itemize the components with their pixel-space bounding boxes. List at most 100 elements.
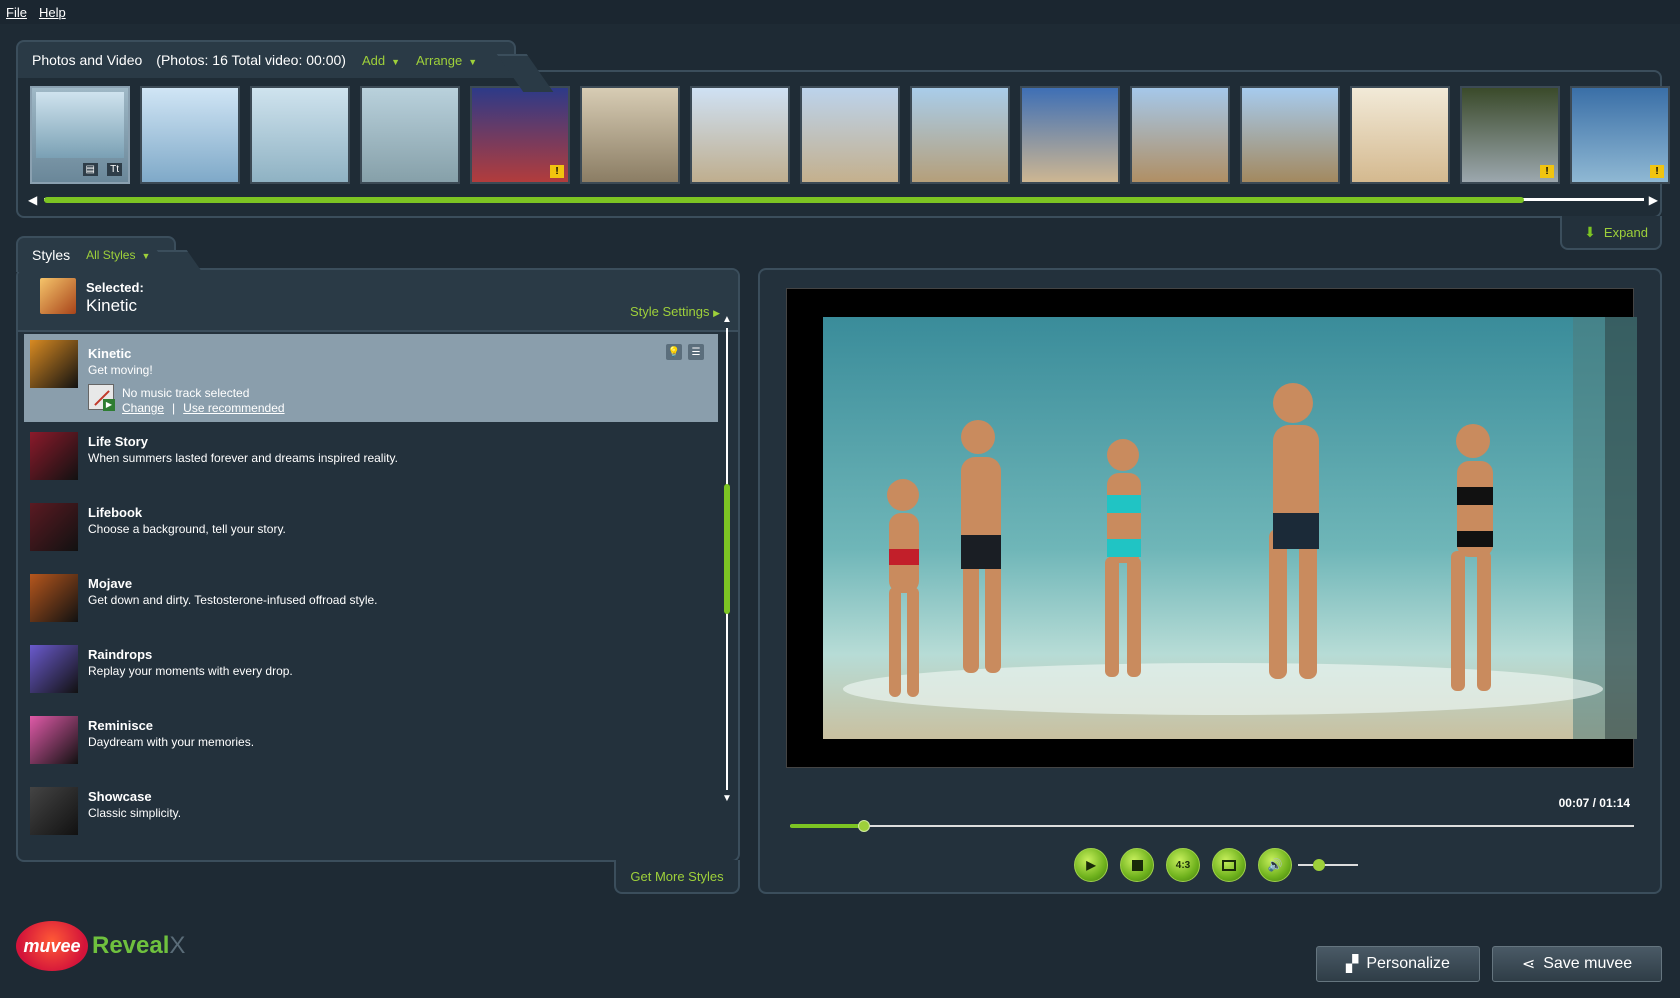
- menu-bar: File Help: [0, 0, 1680, 24]
- music-links: Change | Use recommended: [122, 401, 285, 415]
- play-icon: ▶: [103, 399, 115, 411]
- photo-thumbnail[interactable]: [140, 86, 240, 184]
- photo-thumbnail[interactable]: [1240, 86, 1340, 184]
- logo-suffix: X: [169, 932, 186, 959]
- stop-icon: [1131, 859, 1143, 871]
- muvee-logo-mark: muvee: [16, 921, 88, 971]
- style-filter-dropdown[interactable]: All Styles ▼: [86, 248, 150, 262]
- selected-style-name: Kinetic: [86, 296, 138, 315]
- photo-thumbnail[interactable]: ▤ Tt: [30, 86, 130, 184]
- text-overlay-icon[interactable]: Tt: [107, 163, 122, 176]
- add-menu[interactable]: Add ▼: [362, 53, 400, 68]
- style-name: Showcase: [88, 789, 152, 804]
- get-more-styles-link[interactable]: Get More Styles: [614, 860, 740, 894]
- video-frame[interactable]: [786, 288, 1637, 768]
- style-name: Lifebook: [88, 505, 143, 520]
- scroll-down-icon[interactable]: ▼: [722, 793, 732, 804]
- settings-sliders-icon[interactable]: ☰: [688, 344, 704, 360]
- music-status: No music track selected: [122, 386, 250, 400]
- style-name: Reminisce: [88, 718, 154, 733]
- caret-down-icon: ▼: [391, 56, 400, 67]
- menu-help[interactable]: Help: [39, 5, 66, 20]
- warning-icon: !: [1540, 165, 1554, 178]
- style-list: Kinetic Get moving! ▶ No music track select…: [24, 334, 718, 860]
- beach-scene-image: [823, 317, 1637, 739]
- expand-button[interactable]: ⬇ Expand: [1560, 216, 1662, 250]
- share-icon: ⋖: [1521, 956, 1536, 973]
- scroll-up-icon[interactable]: ▲: [722, 314, 732, 325]
- seek-bar[interactable]: [790, 820, 1634, 832]
- style-name: Kinetic: [88, 346, 132, 361]
- style-description: When summers lasted forever and dreams i…: [88, 451, 398, 465]
- styles-panel: Selected: Kinetic Style Settings ▶ Kinet…: [16, 268, 740, 862]
- photo-thumbnail[interactable]: [360, 86, 460, 184]
- style-item[interactable]: Raindrops Replay your moments with every …: [24, 635, 718, 711]
- scroll-right-icon[interactable]: ▶: [1649, 193, 1658, 207]
- aspect-ratio-button[interactable]: 4:3: [1166, 848, 1200, 882]
- style-thumbnail: [30, 503, 78, 551]
- photo-thumbnail[interactable]: !: [1460, 86, 1560, 184]
- photo-thumbnail[interactable]: !: [470, 86, 570, 184]
- app-logo: muvee Reveal X: [16, 920, 185, 972]
- style-item[interactable]: Showcase Classic simplicity.: [24, 777, 718, 853]
- scroll-thumb[interactable]: [44, 197, 1524, 203]
- style-item[interactable]: Mojave Get down and dirty. Testosterone-i…: [24, 564, 718, 640]
- style-thumbnail: [30, 787, 78, 835]
- stop-button[interactable]: [1120, 848, 1154, 882]
- style-item[interactable]: Kinetic Get moving! ▶ No music track select…: [24, 334, 718, 422]
- photos-title: Photos and Video: [32, 52, 143, 68]
- style-item[interactable]: Reminisce Daydream with your memories.: [24, 706, 718, 782]
- style-item[interactable]: Lifebook Choose a background, tell your s…: [24, 493, 718, 569]
- photo-thumbnail[interactable]: [910, 86, 1010, 184]
- scroll-left-icon[interactable]: ◀: [28, 193, 37, 207]
- time-readout: 00:07 / 01:14: [1558, 796, 1630, 810]
- style-list-scrollbar[interactable]: ▲ ▼: [722, 314, 732, 804]
- style-description: Replay your moments with every drop.: [88, 664, 293, 678]
- photo-thumbnail[interactable]: [690, 86, 790, 184]
- photo-thumbnail[interactable]: [800, 86, 900, 184]
- photo-thumbnail[interactable]: [1350, 86, 1450, 184]
- style-description: Daydream with your memories.: [88, 735, 255, 749]
- change-music-link[interactable]: Change: [122, 401, 164, 415]
- scroll-thumb[interactable]: [724, 484, 730, 614]
- style-thumbnail: [30, 340, 78, 388]
- style-settings-link[interactable]: Style Settings ▶: [630, 304, 720, 319]
- photo-strip-scrollbar[interactable]: ◀ ▶: [28, 193, 1658, 207]
- photo-thumbnail[interactable]: [250, 86, 350, 184]
- menu-file[interactable]: File: [6, 5, 27, 20]
- playback-controls: ▶ 4:3 🔊: [1074, 848, 1358, 882]
- play-button[interactable]: ▶: [1074, 848, 1108, 882]
- arrange-menu[interactable]: Arrange ▼: [416, 53, 477, 68]
- tip-icon[interactable]: 💡: [666, 344, 682, 360]
- volume-slider[interactable]: [1298, 859, 1358, 871]
- use-recommended-link[interactable]: Use recommended: [183, 401, 284, 415]
- video-preview-image: [823, 317, 1637, 739]
- save-muvee-button[interactable]: ⋖ Save muvee: [1492, 946, 1662, 982]
- fullscreen-button[interactable]: [1212, 848, 1246, 882]
- photo-thumbnail[interactable]: [1130, 86, 1230, 184]
- style-name: Life Story: [88, 434, 148, 449]
- logo-product-name: Reveal: [92, 932, 170, 959]
- photo-thumbnail[interactable]: !: [1570, 86, 1670, 184]
- photo-thumbnail[interactable]: [580, 86, 680, 184]
- caption-icon[interactable]: ▤: [82, 163, 98, 176]
- style-item-actions: 💡 ☰: [666, 344, 704, 360]
- speaker-icon: 🔊: [1267, 858, 1283, 872]
- no-music-icon: ▶: [88, 384, 115, 411]
- style-thumbnail: [30, 432, 78, 480]
- style-thumbnail: [30, 645, 78, 693]
- seek-progress: [790, 824, 864, 828]
- personalize-button[interactable]: ▞ Personalize: [1316, 946, 1480, 982]
- volume-handle[interactable]: [1313, 859, 1325, 871]
- volume-button[interactable]: 🔊: [1258, 848, 1292, 882]
- caret-down-icon: ▼: [468, 56, 478, 67]
- photo-thumbnail[interactable]: [1020, 86, 1120, 184]
- play-icon: ▶: [1086, 858, 1096, 872]
- style-item[interactable]: Life Story When summers lasted forever an…: [24, 422, 718, 498]
- style-thumbnail: [30, 716, 78, 764]
- seek-handle[interactable]: [858, 820, 870, 832]
- chevron-right-icon: ▶: [713, 308, 720, 318]
- style-name: Mojave: [88, 576, 133, 591]
- warning-icon: !: [1650, 165, 1664, 178]
- selected-style-header: Selected: Kinetic Style Settings ▶: [18, 270, 738, 332]
